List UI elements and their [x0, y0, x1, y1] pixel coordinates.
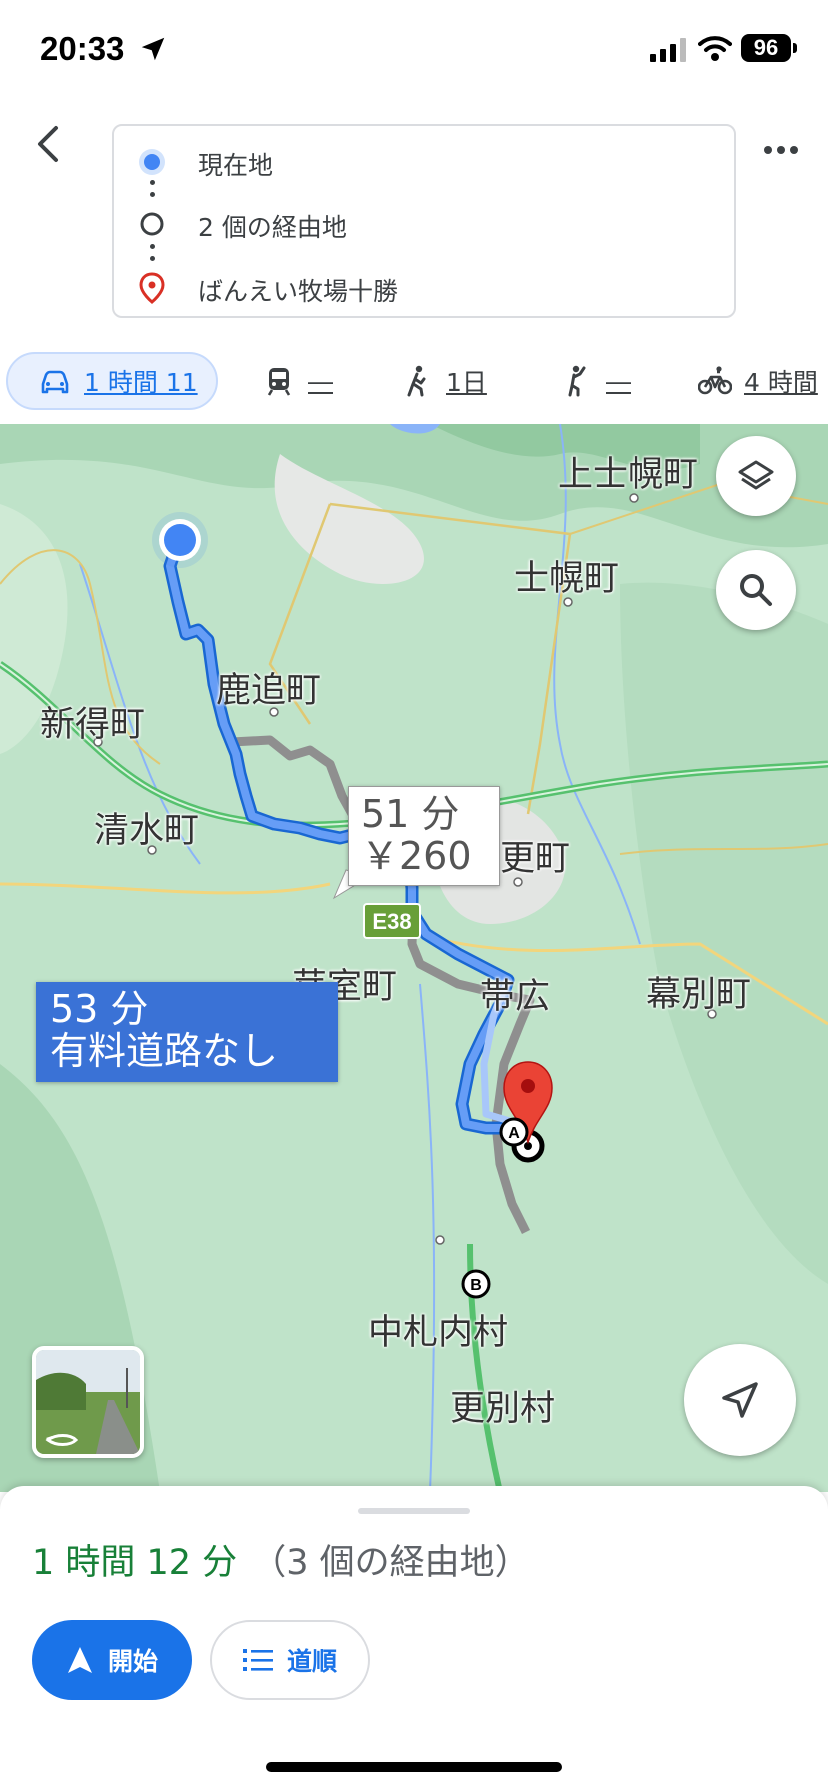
place-obihiro: 帯広 [480, 977, 551, 1017]
street-view-image [36, 1350, 140, 1454]
place-shihoro: 士幌町 [514, 559, 620, 599]
tab-bike[interactable]: 4 時間 [698, 352, 818, 410]
route-summary: 1 時間 12 分 （3 個の経由地） [32, 1534, 530, 1585]
place-sarabetsu-cho: 更町 [500, 839, 571, 879]
waypoint-a-label: A [508, 1125, 520, 1142]
rideshare-icon [568, 365, 586, 397]
place-shintoku: 新得町 [40, 705, 146, 745]
battery-tip [793, 43, 797, 53]
layers-button[interactable] [716, 436, 796, 516]
highway-shield-e38: E38 [372, 909, 411, 934]
tab-rideshare-label: ― [606, 366, 631, 396]
status-time: 20:33 [40, 30, 125, 67]
route-duration: 1 時間 12 分 [32, 1543, 238, 1583]
start-button[interactable]: 開始 [32, 1620, 192, 1700]
tab-walk[interactable]: 1日 [400, 352, 487, 410]
more-options-button[interactable] [756, 130, 806, 170]
status-bar: 20:33 96 [0, 0, 828, 100]
start-button-label: 開始 [107, 1647, 158, 1676]
waypoints-field[interactable]: 2 個の経由地 [114, 192, 734, 256]
tab-bike-label: 4 時間 [744, 368, 818, 397]
place-shikaoi: 鹿追町 [216, 671, 322, 711]
street-view-thumbnail[interactable] [32, 1346, 144, 1458]
map-view[interactable]: E38 A B 上士幌町 士幌町 鹿追町 新得町 清水町 更町 芽室町 帯広 幕… [0, 424, 828, 1492]
waypoint-a-marker[interactable]: A [498, 1116, 530, 1148]
recenter-button[interactable] [684, 1344, 796, 1456]
main-route-callout[interactable]: 53 分 有料道路なし [36, 982, 338, 1082]
steps-button-label: 道順 [286, 1647, 337, 1676]
navigation-arrow-icon [722, 1382, 758, 1418]
cellular-signal-icon [650, 38, 686, 62]
home-indicator [266, 1762, 562, 1772]
wifi-icon [698, 36, 732, 61]
battery-indicator: 96 [741, 34, 791, 62]
tab-rideshare[interactable]: ― [560, 352, 631, 410]
list-icon [242, 1649, 273, 1671]
tab-transit[interactable]: ― [262, 352, 333, 410]
bike-icon [698, 366, 732, 395]
tab-drive-label: 1 時間 11 [84, 368, 198, 397]
place-makubetsu: 幕別町 [646, 975, 752, 1015]
place-nakasatsunai: 中札内村 [368, 1313, 509, 1353]
layers-icon [738, 460, 774, 490]
tab-transit-label: ― [308, 366, 333, 396]
destination-pin-icon [139, 272, 165, 304]
origin-label: 現在地 [198, 151, 274, 180]
travel-mode-tabs: 1 時間 11 ― 1日 ― 4 時間 [0, 348, 828, 416]
waypoint-b-label: B [470, 1277, 482, 1294]
destination-label: ばんえい牧場十勝 [198, 277, 399, 306]
alt-route-time: 51 分 [361, 792, 460, 836]
waypoints-label: 2 個の経由地 [198, 213, 347, 242]
place-kamishihoro: 上士幌町 [558, 455, 699, 495]
origin-field[interactable]: 現在地 [114, 130, 734, 194]
navigation-icon [67, 1647, 92, 1673]
waypoint-circle-icon [140, 212, 164, 236]
route-summary-sheet: 1 時間 12 分 （3 個の経由地） 開始 道順 [0, 1486, 828, 1792]
tab-walk-label: 1日 [446, 368, 487, 397]
current-location-icon [139, 149, 165, 175]
alt-route-toll: ￥260 [361, 834, 472, 878]
waypoint-b-marker[interactable]: B [460, 1268, 492, 1300]
main-route-note: 有料道路なし [50, 1029, 279, 1073]
place-shimizu: 清水町 [94, 811, 200, 851]
sheet-drag-handle[interactable] [358, 1508, 470, 1514]
back-button[interactable] [24, 118, 72, 170]
steps-button[interactable]: 道順 [210, 1620, 370, 1700]
walk-icon [407, 365, 426, 397]
tab-drive[interactable]: 1 時間 11 [6, 352, 218, 410]
search-button[interactable] [716, 550, 796, 630]
route-inputs: 現在地 2 個の経由地 ばんえい牧場十勝 [112, 124, 736, 318]
car-icon [41, 370, 69, 394]
search-icon [740, 574, 772, 606]
train-icon [267, 368, 291, 396]
destination-field[interactable]: ばんえい牧場十勝 [114, 256, 734, 320]
main-route-time: 53 分 [50, 987, 149, 1031]
alt-route-callout[interactable]: 51 分 ￥260 [348, 786, 500, 886]
location-arrow-icon [141, 37, 165, 61]
place-sarabetsu-mura: 更別村 [450, 1389, 556, 1429]
route-waypoint-count: （3 個の経由地） [251, 1543, 530, 1583]
